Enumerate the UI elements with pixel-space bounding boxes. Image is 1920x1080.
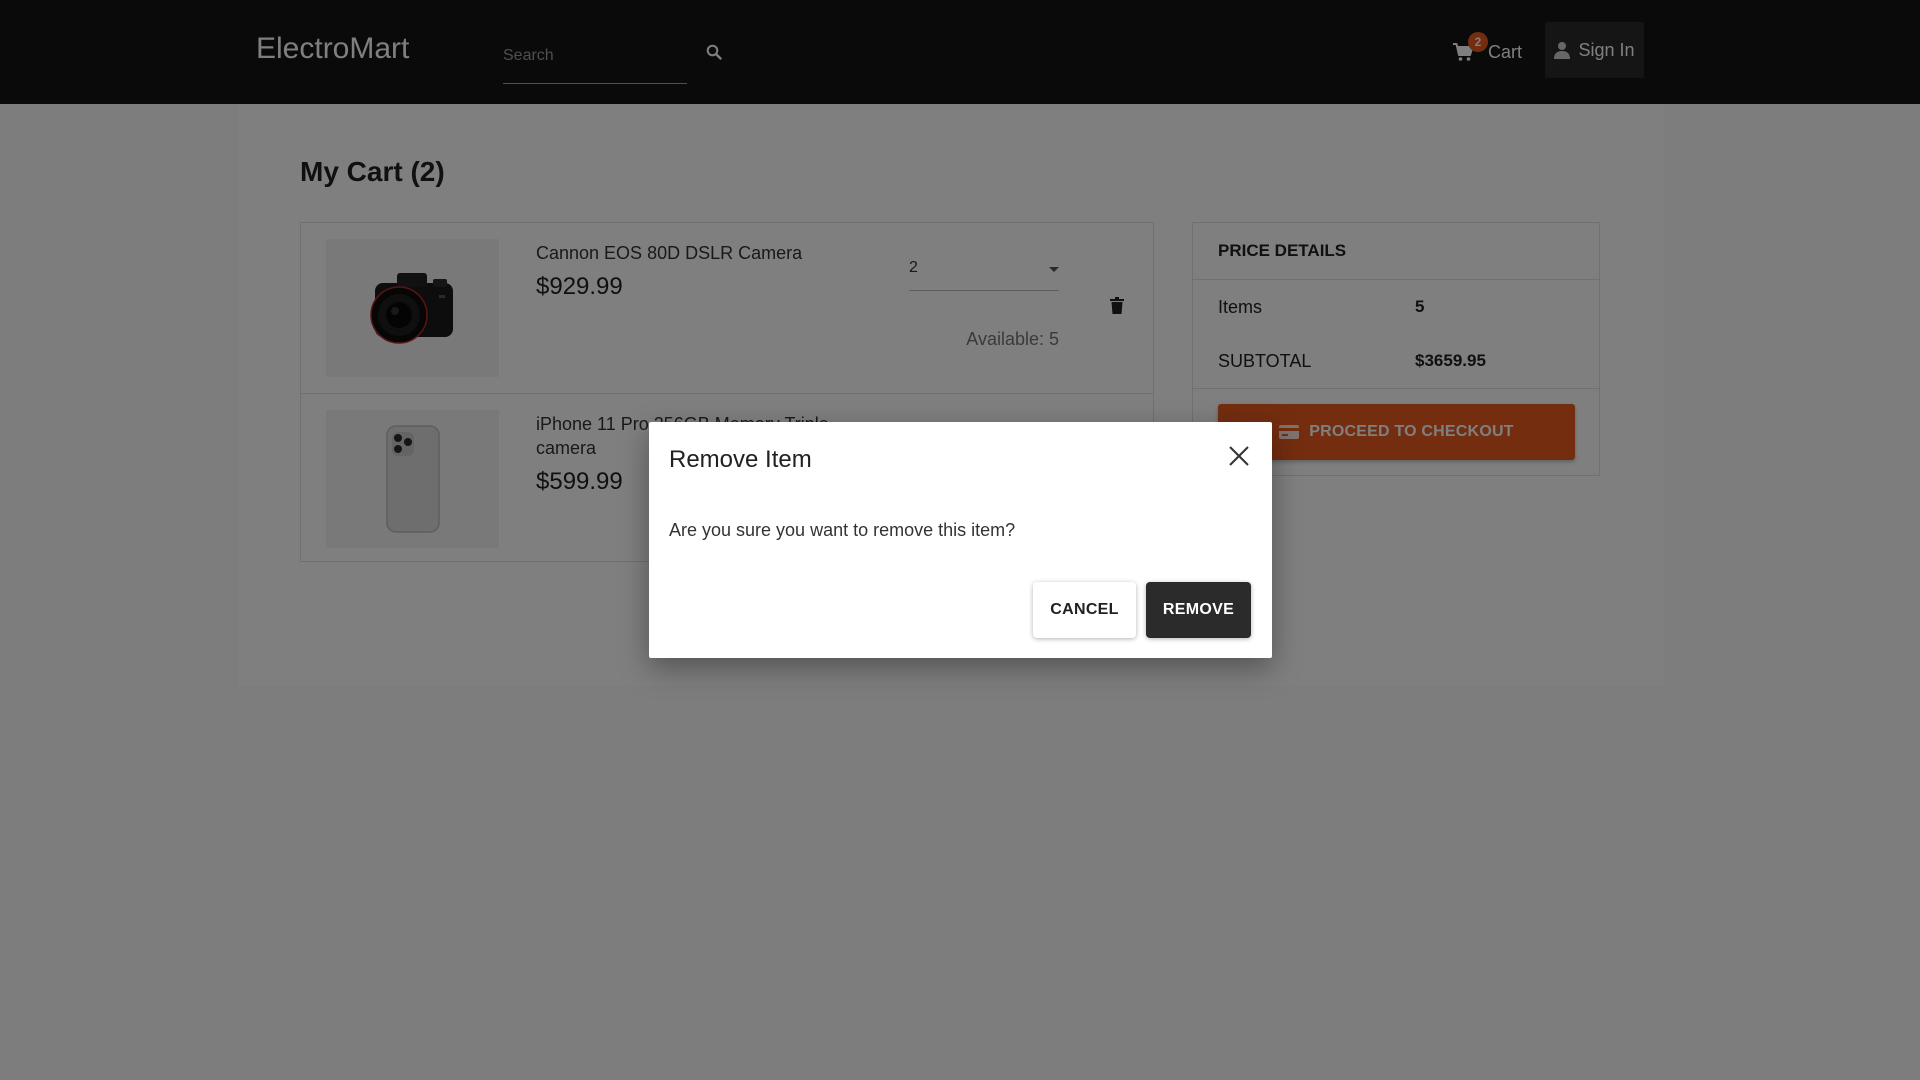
close-icon [1229, 446, 1249, 466]
remove-item-dialog: Remove Item Are you sure you want to rem… [649, 422, 1272, 658]
remove-button[interactable]: REMOVE [1146, 582, 1251, 638]
dialog-title: Remove Item [669, 446, 812, 473]
dialog-message: Are you sure you want to remove this ite… [669, 520, 1016, 540]
close-dialog-button[interactable] [1227, 444, 1251, 468]
cancel-button[interactable]: CANCEL [1033, 582, 1136, 638]
